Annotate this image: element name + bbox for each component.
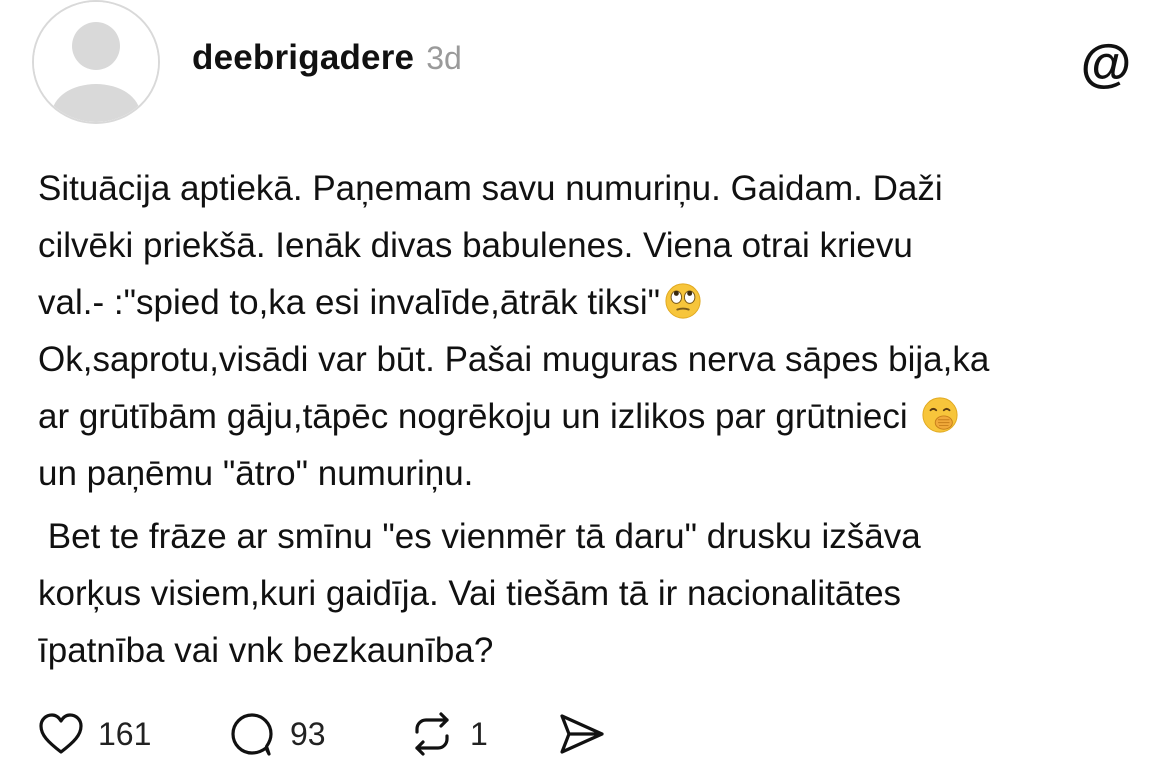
like-button[interactable]: 161 (38, 712, 228, 756)
heart-icon (39, 713, 83, 754)
post-text-line: ar grūtībām gāju,tāpēc nogrēkoju un izli… (38, 397, 918, 436)
hand-over-mouth-emoji (922, 397, 958, 433)
post-text-line: Situācija aptiekā. Paņemam savu numuriņu… (38, 169, 943, 208)
post-text-line: un paņēmu "ātro" numuriņu. (38, 454, 474, 493)
post-text-line: Ok,saprotu,visādi var būt. Pašai muguras… (38, 340, 990, 379)
avatar[interactable] (32, 0, 160, 124)
post-text-line: cilvēki priekšā. Ienāk divas babulenes. … (38, 226, 913, 265)
post-text-line: val.- :"spied to,ka esi invalīde,ātrāk t… (38, 283, 661, 322)
share-button[interactable] (558, 712, 606, 756)
post-text-line: īpatnība vai vnk bezkaunība? (38, 631, 494, 670)
speech-bubble-icon (231, 713, 273, 756)
post-text-line: korķus visiem,kuri gaidīja. Vai tiešām t… (38, 574, 902, 613)
post-body: Situācija aptiekā. Paņemam savu numuriņu… (38, 160, 1148, 679)
repost-button[interactable]: 1 (408, 710, 558, 758)
threads-logo-icon[interactable]: @ (1080, 38, 1132, 90)
send-icon (560, 714, 604, 754)
default-avatar-icon (34, 2, 158, 122)
reply-button[interactable]: 93 (228, 710, 408, 758)
eye-roll-emoji (665, 283, 701, 319)
post-header: deebrigadere 3d (192, 38, 462, 84)
post-paragraph: Bet te frāze ar smīnu "es vienmēr tā dar… (38, 508, 1148, 679)
repost-icon (415, 712, 449, 756)
post-text-line: Bet te frāze ar smīnu "es vienmēr tā dar… (38, 517, 921, 556)
post-paragraph: Situācija aptiekā. Paņemam savu numuriņu… (38, 160, 1148, 502)
post-timestamp: 3d (426, 40, 462, 76)
repost-count: 1 (470, 715, 488, 752)
reply-count: 93 (290, 715, 326, 752)
username[interactable]: deebrigadere (192, 38, 414, 78)
action-bar: 161 93 1 (38, 706, 606, 762)
like-count: 161 (98, 715, 152, 752)
